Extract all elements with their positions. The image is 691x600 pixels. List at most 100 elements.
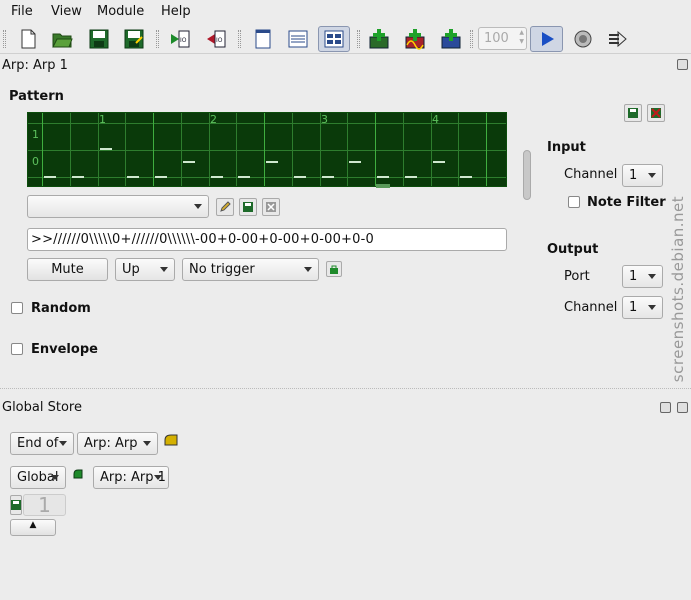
toolbar-grip[interactable] — [3, 30, 6, 48]
grid-column-line — [97, 113, 99, 186]
grid-column-line — [486, 113, 487, 186]
pattern-note — [99, 148, 112, 150]
toolbar-grip-4[interactable] — [357, 30, 360, 48]
tempo-spinbox[interactable]: 100 ▲ ▼ — [478, 27, 527, 50]
menu-help[interactable]: Help — [161, 4, 191, 19]
grid-column-line — [402, 113, 404, 186]
input-channel-select[interactable]: 1 — [622, 164, 663, 187]
tempo-down-icon[interactable]: ▼ — [519, 38, 524, 45]
pattern-note — [404, 176, 417, 178]
mute-button[interactable]: Mute — [27, 258, 108, 281]
output-port-value: 1 — [629, 269, 638, 284]
toolbar-grip-2[interactable] — [156, 30, 159, 48]
global-marker-icon[interactable] — [73, 468, 83, 479]
arp-target2-select[interactable]: Arp: Arp 1 — [93, 466, 169, 489]
grid-column-line — [180, 113, 182, 186]
toolbar-grip-5[interactable] — [470, 30, 473, 48]
pattern-note — [155, 176, 167, 178]
output-channel-select[interactable]: 1 — [622, 296, 663, 319]
random-checkbox[interactable] — [11, 302, 23, 314]
store-marker-icon[interactable] — [164, 434, 178, 446]
y-label-1: 1 — [32, 128, 39, 141]
pattern-note — [321, 176, 334, 178]
watermark: screenshots.debian.net — [669, 195, 687, 383]
pattern-note — [127, 176, 140, 178]
save-pattern-icon[interactable] — [624, 104, 642, 122]
grid-line — [28, 150, 506, 151]
beat-label-1: 1 — [99, 113, 106, 126]
arp-target-select[interactable]: Arp: Arp — [77, 432, 158, 455]
view-list-icon[interactable] — [285, 26, 311, 52]
trigger-select[interactable]: No trigger — [182, 258, 319, 281]
grid-column-line — [69, 113, 71, 186]
dock-divider[interactable] — [0, 388, 691, 389]
beat-label-3: 3 — [321, 113, 328, 126]
pattern-note — [266, 161, 278, 163]
menu-file[interactable]: File — [11, 4, 33, 19]
input-channel-label: Channel — [564, 167, 618, 182]
add-seq-icon[interactable] — [438, 26, 464, 52]
grid-line — [28, 177, 506, 178]
edit-pattern-icon[interactable] — [216, 198, 234, 216]
random-label: Random — [31, 301, 91, 316]
preset-select[interactable] — [27, 195, 209, 218]
global-store-title: Global Store — [2, 400, 82, 415]
menu-view[interactable]: View — [51, 4, 82, 19]
store-index-spinbox[interactable]: 1 — [23, 494, 66, 516]
store-index-up-icon[interactable]: ▲ — [10, 519, 56, 536]
save-as-icon[interactable] — [121, 26, 147, 52]
store-pattern-icon[interactable] — [239, 198, 257, 216]
grid-column-line — [291, 113, 293, 186]
close-global-store-icon[interactable] — [677, 402, 688, 413]
end-of-value: End of — [17, 436, 59, 451]
float-global-store-icon[interactable] — [660, 402, 671, 413]
add-arp-icon[interactable] — [366, 26, 392, 52]
remove-pattern-icon[interactable] — [262, 198, 280, 216]
pattern-note — [432, 161, 445, 163]
y-label-0: 0 — [32, 155, 39, 168]
pattern-note — [460, 176, 473, 178]
play-icon[interactable] — [530, 26, 563, 52]
grid-column-line — [430, 113, 432, 186]
output-port-select[interactable]: 1 — [622, 265, 663, 288]
add-lfo-icon[interactable] — [402, 26, 428, 52]
pattern-note — [377, 176, 389, 178]
grid-column-line — [42, 113, 43, 186]
toolbar: IO IO — [0, 24, 691, 54]
grid-column-line — [319, 113, 321, 186]
direction-value: Up — [122, 262, 140, 277]
tempo-up-icon[interactable]: ▲ — [519, 29, 524, 36]
export-midi-icon[interactable]: IO — [203, 26, 229, 52]
open-file-icon[interactable] — [49, 26, 75, 52]
lock-icon[interactable] — [326, 261, 342, 277]
menu-module[interactable]: Module — [97, 4, 144, 19]
note-filter-checkbox[interactable] — [568, 196, 580, 208]
envelope-checkbox[interactable] — [11, 343, 23, 355]
new-file-icon[interactable] — [15, 26, 41, 52]
view-grid-icon[interactable] — [318, 26, 350, 52]
arp-target-value: Arp: Arp — [84, 436, 138, 451]
splitter-handle[interactable] — [523, 150, 531, 200]
pattern-display[interactable]: 1 0 1 2 3 4 — [27, 112, 507, 187]
save-icon[interactable] — [86, 26, 112, 52]
end-of-select[interactable]: End of — [10, 432, 74, 455]
delete-pattern-icon[interactable] — [647, 104, 665, 122]
midi-clock-icon[interactable] — [570, 26, 596, 52]
input-channel-value: 1 — [629, 168, 638, 183]
window-title: Arp: Arp 1 — [2, 58, 68, 73]
global-select[interactable]: Global — [10, 466, 66, 489]
envelope-label: Envelope — [31, 342, 98, 357]
tempo-value: 100 — [484, 31, 509, 46]
output-title: Output — [547, 242, 599, 257]
store-index-icon[interactable] — [10, 495, 22, 515]
pattern-text-input[interactable]: >>//////0\\\\\0+//////0\\\\\\-00+0-00+0-… — [27, 228, 507, 251]
import-midi-icon[interactable]: IO — [167, 26, 193, 52]
playhead-cursor — [376, 184, 390, 188]
direction-select[interactable]: Up — [115, 258, 175, 281]
float-dock-icon[interactable] — [677, 59, 688, 70]
grid-column-line — [153, 113, 154, 186]
toolbar-grip-3[interactable] — [238, 30, 241, 48]
midi-control-icon[interactable] — [604, 26, 630, 52]
view-single-icon[interactable] — [250, 26, 276, 52]
grid-column-line — [236, 113, 238, 186]
